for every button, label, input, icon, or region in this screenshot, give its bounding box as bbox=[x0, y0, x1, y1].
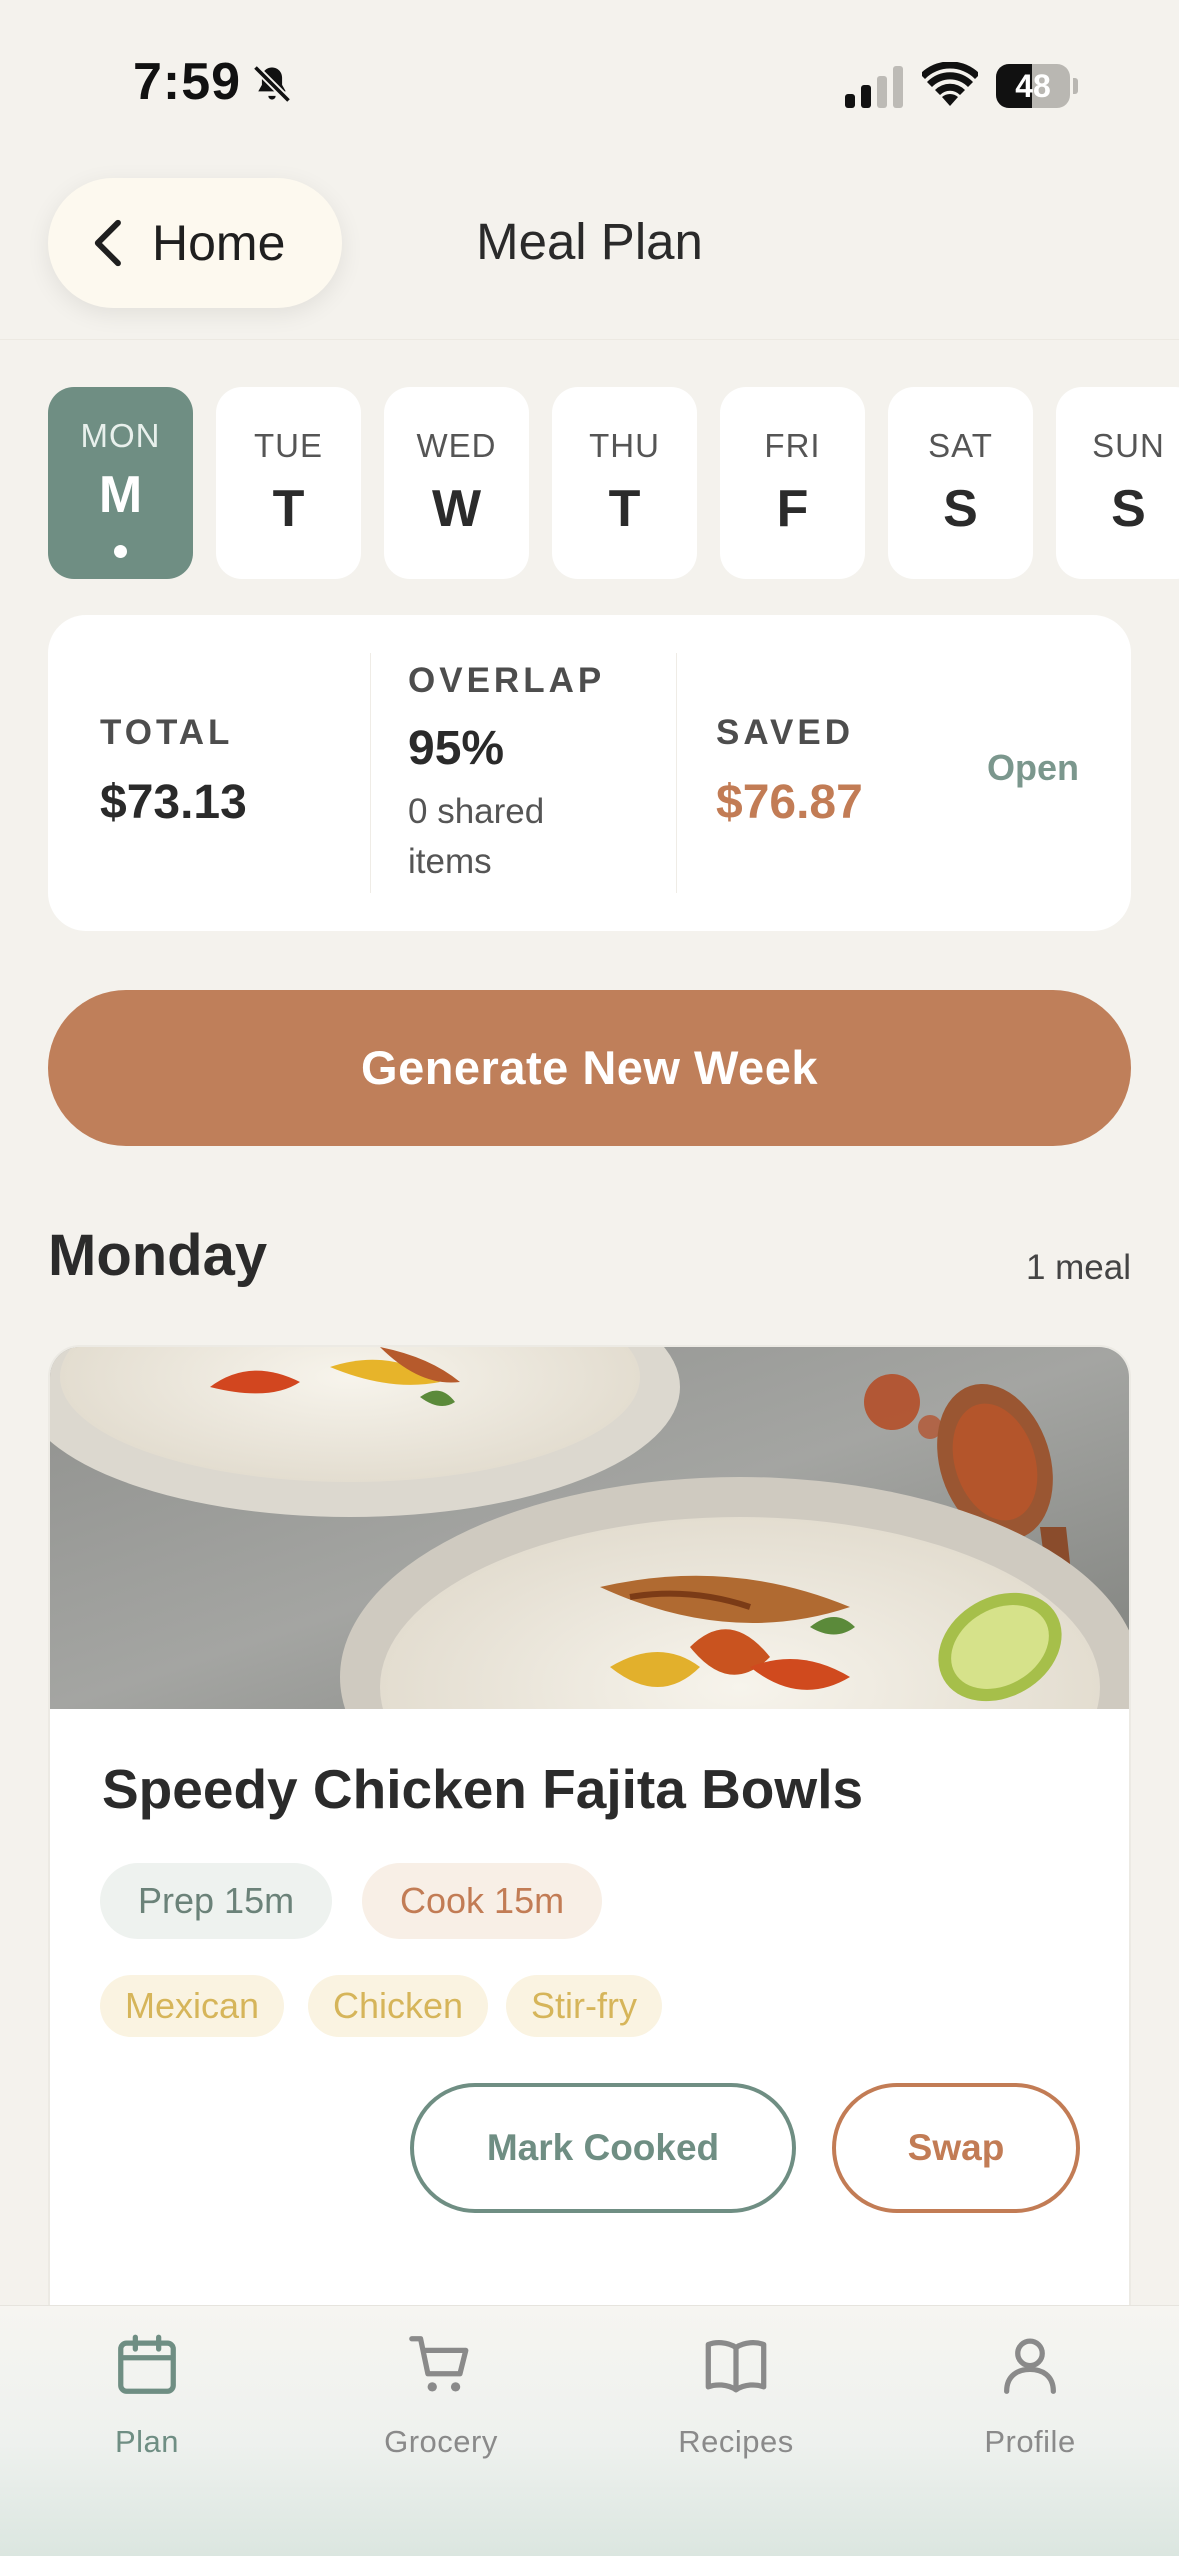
day-letter: W bbox=[431, 480, 482, 538]
tab-plan[interactable]: Plan bbox=[0, 2306, 294, 2506]
generate-new-week-button[interactable]: Generate New Week bbox=[48, 990, 1131, 1146]
total-label: TOTAL bbox=[100, 713, 234, 752]
meal-title: Speedy Chicken Fajita Bowls bbox=[102, 1758, 864, 1820]
tab-label: Grocery bbox=[384, 2424, 498, 2459]
open-summary-link[interactable]: Open bbox=[987, 747, 1079, 789]
day-abbr: FRI bbox=[764, 427, 821, 464]
day-pill-mon[interactable]: MON M bbox=[48, 387, 193, 579]
meal-count: 1 meal bbox=[1025, 1248, 1131, 1287]
swap-button[interactable]: Swap bbox=[832, 2083, 1080, 2213]
day-letter: M bbox=[98, 466, 143, 524]
saved-column: SAVED $76.87 bbox=[716, 615, 976, 931]
overlap-value: 95% bbox=[408, 722, 505, 775]
meal-indicator-dot bbox=[114, 545, 127, 558]
day-letter: S bbox=[943, 480, 978, 538]
section-title: Monday bbox=[48, 1223, 268, 1288]
tab-recipes[interactable]: Recipes bbox=[589, 2306, 883, 2506]
cart-icon bbox=[409, 2336, 469, 2392]
day-abbr: THU bbox=[589, 427, 660, 464]
total-column: TOTAL $73.13 bbox=[100, 615, 400, 931]
overlap-shared-items: 0 shared items bbox=[408, 792, 545, 881]
tag-chip: Mexican bbox=[100, 1975, 285, 2037]
tab-grocery[interactable]: Grocery bbox=[294, 2306, 588, 2506]
day-pill-thu[interactable]: THU T bbox=[552, 387, 697, 579]
day-pill-sun[interactable]: SUN S bbox=[1056, 387, 1179, 579]
cost-summary-card: TOTAL $73.13 OVERLAP 95% 0 shared items … bbox=[48, 615, 1131, 931]
cook-time-chip: Cook 15m bbox=[362, 1863, 603, 1939]
prep-time-chip: Prep 15m bbox=[100, 1863, 333, 1939]
day-pill-wed[interactable]: WED W bbox=[384, 387, 529, 579]
tag-chip: Stir-fry bbox=[506, 1975, 662, 2037]
saved-label: SAVED bbox=[716, 713, 854, 752]
day-letter: F bbox=[776, 480, 809, 538]
saved-value: $76.87 bbox=[716, 776, 863, 829]
tag-chip: Chicken bbox=[308, 1975, 489, 2037]
day-letter: S bbox=[1111, 480, 1146, 538]
day-abbr: TUE bbox=[254, 427, 323, 464]
meal-photo bbox=[50, 1347, 1129, 1709]
day-letter: T bbox=[272, 480, 305, 538]
day-abbr: SUN bbox=[1092, 427, 1165, 464]
day-pill-tue[interactable]: TUE T bbox=[216, 387, 361, 579]
status-bar: 7:59 48 bbox=[0, 0, 1179, 170]
book-icon bbox=[705, 2340, 767, 2393]
tab-label: Profile bbox=[984, 2424, 1076, 2459]
meal-card[interactable]: Speedy Chicken Fajita Bowls Prep 15m Coo… bbox=[48, 1345, 1131, 2355]
day-pill-fri[interactable]: FRI F bbox=[720, 387, 865, 579]
wifi-icon bbox=[922, 62, 978, 106]
battery-icon: 48 bbox=[996, 64, 1078, 108]
signal-icon bbox=[845, 66, 903, 108]
day-abbr: WED bbox=[416, 427, 497, 464]
status-time: 7:59 bbox=[133, 53, 242, 111]
day-letter: T bbox=[608, 480, 641, 538]
nav-header: Home Meal Plan bbox=[0, 150, 1179, 340]
overlap-label: OVERLAP bbox=[408, 661, 606, 700]
person-icon bbox=[1004, 2338, 1056, 2394]
calendar-icon bbox=[118, 2334, 176, 2394]
tab-profile[interactable]: Profile bbox=[883, 2306, 1177, 2506]
day-selector: MON M TUE T WED W THU T FRI F SAT S SUN … bbox=[48, 387, 1179, 579]
tab-bar: Plan Grocery Recipes Profile bbox=[0, 2305, 1179, 2556]
total-value: $73.13 bbox=[100, 776, 247, 829]
page-title: Meal Plan bbox=[476, 213, 703, 270]
tab-label: Plan bbox=[114, 2424, 180, 2459]
day-abbr: MON bbox=[80, 417, 161, 454]
day-abbr: SAT bbox=[928, 427, 993, 464]
overlap-column: OVERLAP 95% 0 shared items bbox=[408, 615, 708, 931]
battery-level: 48 bbox=[1015, 68, 1051, 104]
bell-slash-icon bbox=[252, 64, 292, 104]
tab-label: Recipes bbox=[678, 2424, 794, 2459]
day-pill-sat[interactable]: SAT S bbox=[888, 387, 1033, 579]
mark-cooked-button[interactable]: Mark Cooked bbox=[410, 2083, 796, 2213]
